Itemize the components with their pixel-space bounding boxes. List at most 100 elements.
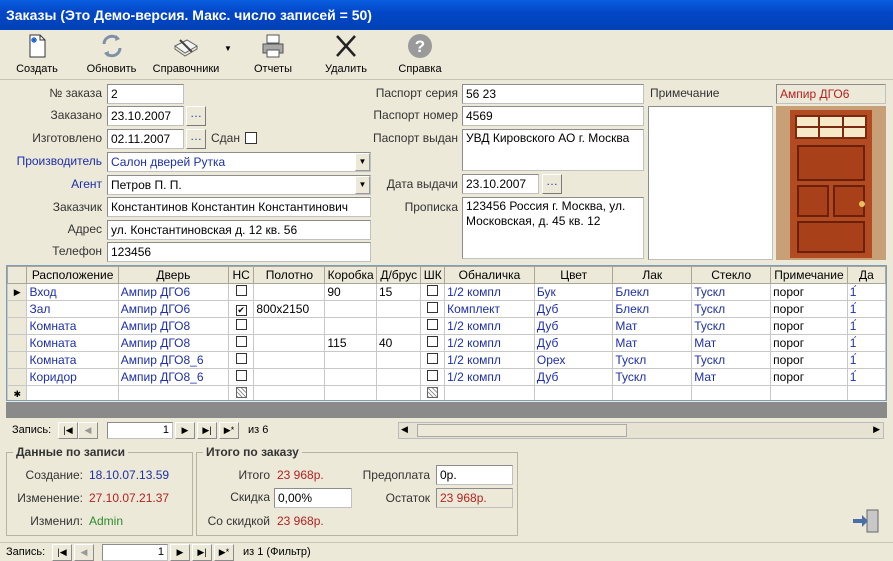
cell-note[interactable]: порог [770,317,848,335]
new-record-row[interactable]: ✱ [7,385,886,400]
cell-glass[interactable]: Тускл [691,351,772,369]
column-header[interactable]: Стекло [691,266,772,284]
cell-lak[interactable]: Тускл [612,351,693,369]
cell-note[interactable]: порог [770,300,848,318]
cell-trim[interactable]: Комплект [444,300,535,318]
cell-trim[interactable]: 1/2 компл [444,368,535,386]
cell-shk-checkbox[interactable] [420,368,446,386]
cell-glass[interactable]: Тускл [691,300,772,318]
cell-note[interactable]: порог [770,334,848,352]
column-header[interactable]: Д/брус [375,266,422,284]
reports-button[interactable]: Отчеты [250,32,296,78]
empty-cell[interactable] [533,385,614,400]
cell-canvas[interactable] [253,334,326,352]
cell-glass[interactable]: Тускл [691,317,772,335]
cell-trim[interactable]: 1/2 компл [444,317,535,335]
column-header[interactable]: Обналичка [444,266,535,284]
cell-brus[interactable] [375,351,422,369]
cell-da[interactable]: 1́ [846,334,886,352]
address-field[interactable]: ул. Константиновская д. 12 кв. 56 [107,220,371,240]
cell-color[interactable]: Бук [533,283,614,301]
cell-color[interactable]: Дуб [533,300,614,318]
cell-lak[interactable]: Мат [612,317,693,335]
new-row-selector[interactable]: ✱ [7,385,28,400]
prepay-field[interactable]: 0р. [436,465,513,485]
cell-brus[interactable]: 40 [375,334,422,352]
made-date-picker-button[interactable]: … [186,129,206,149]
grid-current-record-field[interactable]: 1 [107,422,173,439]
cell-loc[interactable]: Коридор [26,368,119,386]
issue-date-field[interactable]: 23.10.2007 [462,174,539,194]
scroll-left-icon[interactable]: ◀ [401,424,408,435]
cell-note[interactable]: порог [770,351,848,369]
scroll-thumb[interactable] [417,424,627,437]
made-date-field[interactable]: 02.11.2007 [107,129,184,149]
row-selector[interactable]: ▶ [7,283,28,301]
cell-door[interactable]: Ампир ДГО6 [117,300,229,318]
cell-box[interactable] [324,351,377,369]
cell-shk-checkbox[interactable] [420,351,446,369]
cell-shk-checkbox[interactable] [420,300,446,318]
form-last-record-button[interactable]: ▶| [192,544,212,561]
cell-trim[interactable]: 1/2 компл [444,351,535,369]
delete-button[interactable]: Удалить [322,32,370,78]
grid-horizontal-scrollbar[interactable]: ◀ ▶ [398,422,884,439]
empty-cell[interactable] [324,385,377,400]
phone-field[interactable]: 123456 [107,242,371,262]
references-dropdown-arrow[interactable]: ▼ [224,44,232,53]
ordered-date-picker-button[interactable]: … [186,106,206,126]
empty-cell[interactable] [253,385,326,400]
cell-da[interactable]: 1́ [846,368,886,386]
cell-door[interactable]: Ампир ДГО8_6 [117,368,229,386]
cell-note[interactable]: порог [770,283,848,301]
cell-brus[interactable] [375,317,422,335]
cell-note[interactable]: порог [770,368,848,386]
cell-color[interactable]: Дуб [533,317,614,335]
registration-field[interactable]: 123456 Россия г. Москва, ул. Московская,… [462,197,644,259]
cell-loc[interactable]: Зал [26,300,119,318]
last-record-button[interactable]: ▶| [197,422,217,439]
empty-cell[interactable] [375,385,422,400]
table-row[interactable]: Комната Ампир ДГО8 1/2 компл Дуб Мат Тускл пор… [7,317,886,335]
discount-field[interactable]: 0,00% [274,488,352,508]
help-button[interactable]: ? Справка [396,32,444,78]
cell-glass[interactable]: Мат [691,334,772,352]
empty-cell[interactable] [612,385,693,400]
cell-glass[interactable]: Мат [691,368,772,386]
column-header[interactable]: Дверь [117,266,229,284]
column-header[interactable]: Да [846,266,886,284]
maker-select[interactable]: Салон дверей Рутка [107,152,371,172]
cell-loc[interactable]: Вход [26,283,119,301]
maker-dropdown-icon[interactable]: ▼ [355,153,370,171]
cell-glass[interactable]: Тускл [691,283,772,301]
table-row[interactable]: Зал Ампир ДГО6 ✔ 800x2150 Комплект Дуб Блекл Ту… [7,300,886,318]
form-next-record-button[interactable]: ▶ [170,544,190,561]
empty-cell[interactable] [691,385,772,400]
cell-color[interactable]: Орех [533,351,614,369]
refresh-button[interactable]: Обновить [84,32,139,78]
row-selector[interactable] [7,300,28,318]
cell-canvas[interactable]: 800x2150 [253,300,326,318]
empty-cell[interactable] [420,385,446,400]
cell-da[interactable]: 1́ [846,351,886,369]
row-selector[interactable] [7,351,28,369]
column-header[interactable]: Примечание [770,266,848,284]
cell-color[interactable]: Дуб [533,368,614,386]
references-button[interactable]: Справочники [150,32,222,78]
order-no-field[interactable]: 2 [107,84,184,104]
form-first-record-button[interactable]: |◀ [52,544,72,561]
empty-cell[interactable] [26,385,119,400]
cell-ns-checkbox[interactable] [227,368,255,386]
cell-trim[interactable]: 1/2 компл [444,334,535,352]
cell-ns-checkbox[interactable] [227,334,255,352]
cell-canvas[interactable] [253,368,326,386]
cell-lak[interactable]: Блекл [612,283,693,301]
ordered-date-field[interactable]: 23.10.2007 [107,106,184,126]
column-header[interactable]: Коробка [324,266,377,284]
empty-cell[interactable] [117,385,229,400]
row-selector[interactable] [7,334,28,352]
cell-door[interactable]: Ампир ДГО6 [117,283,229,301]
form-current-record-field[interactable]: 1 [102,544,168,561]
cell-brus[interactable] [375,368,422,386]
cell-canvas[interactable] [253,317,326,335]
